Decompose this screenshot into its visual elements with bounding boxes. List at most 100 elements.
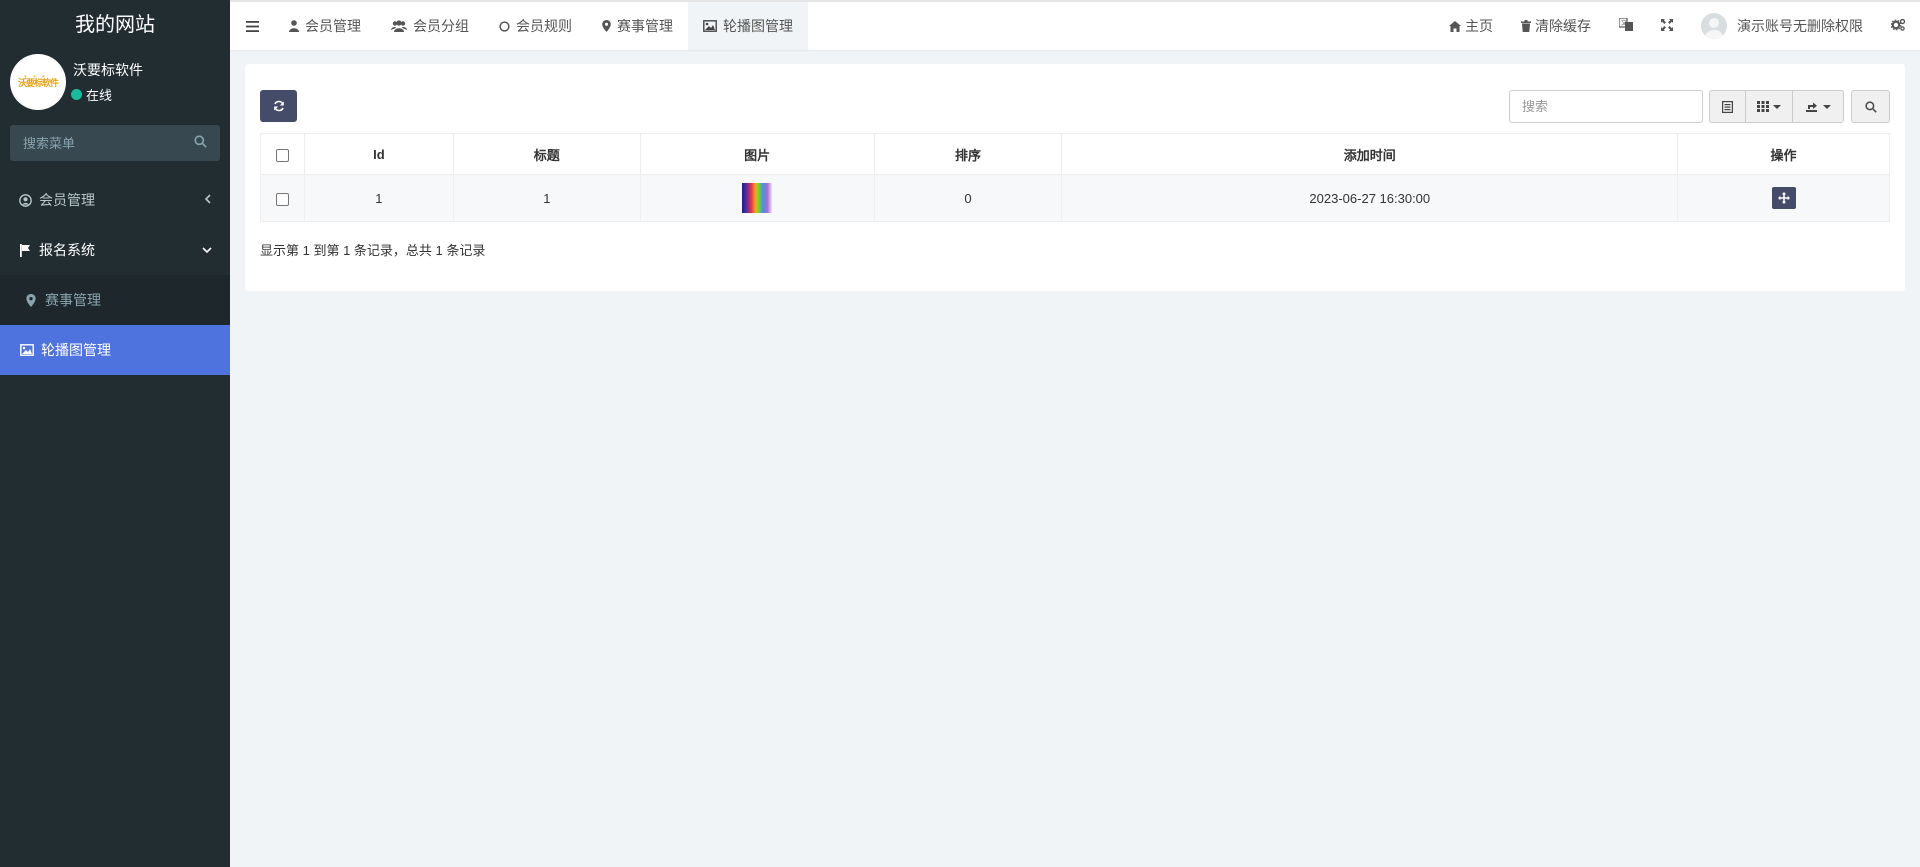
sidebar-item-event-management[interactable]: 赛事管理: [0, 275, 230, 325]
sidebar-item-signup-system[interactable]: 报名系统: [0, 225, 230, 275]
cell-image: [639, 174, 875, 222]
translate-button[interactable]: 文: [1605, 2, 1647, 50]
content-panel: Id 标题 图片 排序 添加时间 操作 1 1 0 2023-06-27 16:…: [245, 64, 1905, 291]
tab-label: 会员管理: [305, 18, 361, 34]
tab-label: 会员规则: [516, 18, 572, 34]
drag-sort-button[interactable]: [1771, 187, 1796, 209]
avatar: • • • 沃要标软件: [10, 54, 66, 110]
arrows-move-icon: [1777, 192, 1790, 204]
users-icon: [391, 20, 407, 32]
column-header-created[interactable]: 添加时间: [1061, 133, 1679, 175]
row-select-cell: [260, 174, 305, 222]
table-row[interactable]: 1 1 0 2023-06-27 16:30:00: [260, 174, 1890, 222]
tab-member-management[interactable]: 会员管理: [274, 2, 376, 50]
column-header-image[interactable]: 图片: [639, 133, 875, 175]
table-toolbar-buttons: [1709, 90, 1844, 123]
expand-icon: [1661, 18, 1673, 34]
user-name: 沃要标软件: [73, 62, 143, 78]
export-dropdown-button[interactable]: [1793, 90, 1844, 123]
sidebar-search-input[interactable]: [10, 125, 220, 161]
refresh-icon: [273, 100, 284, 112]
sidebar: 我的网站 • • • 沃要标软件 沃要标软件 在线 会员管理: [0, 0, 230, 867]
trash-icon: [1521, 20, 1531, 32]
tab-member-groups[interactable]: 会员分组: [376, 2, 484, 50]
cell-title: 1: [452, 174, 641, 222]
sidebar-item-label: 赛事管理: [45, 292, 101, 308]
row-checkbox[interactable]: [275, 192, 289, 206]
caret-down-icon: [1822, 104, 1831, 109]
user-status-label: 在线: [86, 88, 113, 103]
map-marker-icon: [24, 293, 38, 307]
tab-label: 会员分组: [413, 18, 469, 34]
image-icon: [20, 344, 34, 356]
list-view-icon: [1722, 100, 1733, 113]
select-all-cell: [260, 133, 305, 175]
online-dot-icon: [71, 89, 82, 100]
search-toggle-group: [1851, 90, 1890, 123]
table-search-input[interactable]: [1510, 91, 1702, 122]
select-all-checkbox[interactable]: [275, 148, 289, 162]
topbar: 会员管理 会员分组 会员规则 赛事管理 轮播图管理 主页 清除缓存 文 演示账号…: [230, 0, 1920, 50]
fullscreen-button[interactable]: [1647, 2, 1687, 50]
clear-cache-button[interactable]: 清除缓存: [1507, 2, 1605, 50]
sidebar-item-member-management[interactable]: 会员管理: [0, 175, 230, 225]
account-label: 演示账号无删除权限: [1737, 18, 1863, 34]
language-icon: 文: [1618, 17, 1633, 34]
sidebar-menu: 会员管理 报名系统 赛事管理 轮播图管理: [0, 175, 230, 375]
user-circle-icon: [18, 193, 32, 207]
tab-member-rules[interactable]: 会员规则: [484, 2, 587, 50]
search-toggle-button[interactable]: [1851, 90, 1890, 123]
cell-id: 1: [303, 174, 454, 222]
circle-icon: [499, 20, 510, 32]
sidebar-item-label: 会员管理: [39, 192, 95, 208]
site-title[interactable]: 我的网站: [0, 0, 230, 50]
table-header-row: Id 标题 图片 排序 添加时间 操作: [260, 133, 1890, 175]
image-icon: [703, 20, 717, 32]
sidebar-item-label: 轮播图管理: [41, 342, 111, 358]
pagination-info: 显示第 1 到第 1 条记录，总共 1 条记录: [260, 243, 486, 258]
caret-down-icon: [1773, 104, 1781, 109]
gears-icon: [1890, 18, 1906, 34]
chevron-down-icon: [202, 225, 212, 275]
column-header-title[interactable]: 标题: [452, 133, 641, 175]
columns-icon: [1757, 101, 1769, 112]
home-icon: [1449, 20, 1461, 32]
map-marker-icon: [602, 20, 611, 32]
search-icon: [1864, 100, 1877, 113]
account-menu[interactable]: 演示账号无删除权限: [1687, 2, 1877, 50]
toggle-view-button[interactable]: [1709, 90, 1746, 123]
columns-dropdown-button[interactable]: [1746, 90, 1793, 123]
sidebar-search: [10, 125, 220, 161]
column-header-id[interactable]: Id: [303, 133, 454, 175]
hamburger-icon: [245, 20, 259, 32]
home-link[interactable]: 主页: [1435, 2, 1507, 50]
data-table: Id 标题 图片 排序 添加时间 操作 1 1 0 2023-06-27 16:…: [260, 133, 1890, 222]
export-icon: [1805, 102, 1817, 112]
clear-cache-label: 清除缓存: [1535, 18, 1591, 34]
tab-carousel-management[interactable]: 轮播图管理: [688, 2, 808, 50]
cell-actions: [1677, 174, 1890, 222]
settings-button[interactable]: [1877, 2, 1920, 50]
sidebar-item-label: 报名系统: [39, 242, 95, 258]
tab-label: 轮播图管理: [723, 18, 793, 34]
svg-text:文: 文: [1621, 19, 1627, 27]
flag-icon: [18, 243, 32, 257]
sidebar-item-carousel-management[interactable]: 轮播图管理: [0, 325, 230, 375]
home-label: 主页: [1465, 18, 1493, 34]
tab-event-management[interactable]: 赛事管理: [587, 2, 688, 50]
menu-toggle-button[interactable]: [230, 2, 274, 50]
cell-created: 2023-06-27 16:30:00: [1061, 174, 1679, 222]
user-status: 在线: [71, 85, 112, 104]
user-panel: • • • 沃要标软件 沃要标软件 在线: [0, 50, 230, 115]
column-header-actions: 操作: [1677, 133, 1890, 175]
avatar: [1701, 13, 1727, 39]
image-thumbnail[interactable]: [742, 183, 773, 213]
sidebar-submenu: 赛事管理 轮播图管理: [0, 275, 230, 375]
search-icon[interactable]: [194, 135, 207, 151]
tab-label: 赛事管理: [617, 18, 673, 34]
table-search: [1509, 90, 1703, 123]
chevron-left-icon: [204, 175, 212, 225]
topbar-right: 主页 清除缓存 文 演示账号无删除权限: [1435, 2, 1920, 50]
refresh-button[interactable]: [260, 90, 297, 122]
column-header-sort[interactable]: 排序: [873, 133, 1063, 175]
